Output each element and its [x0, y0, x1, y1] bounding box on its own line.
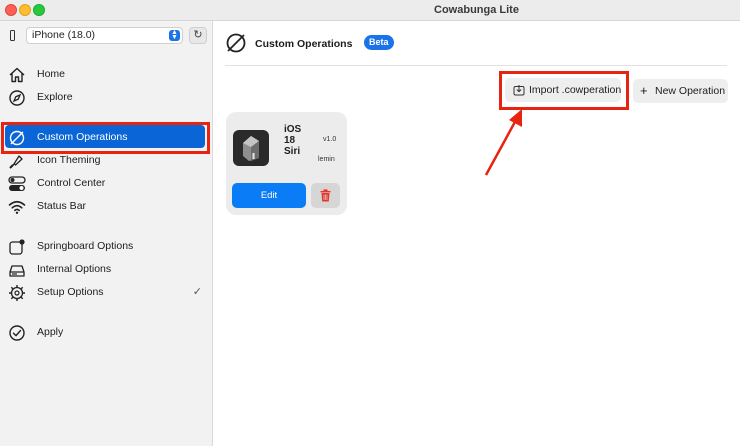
title-bar: Cowabunga Lite [0, 0, 740, 21]
sidebar-item-home[interactable]: Home [0, 64, 212, 86]
sidebar-item-setup-options[interactable]: Setup Options ✓ [0, 282, 212, 304]
sidebar-item-label: Springboard Options [37, 240, 134, 252]
chevron-up-down-icon: ▲ ▼ [169, 29, 180, 41]
sidebar-item-label: Control Center [37, 177, 106, 189]
sidebar-item-status-bar[interactable]: Status Bar [0, 196, 212, 218]
operation-author: lemin [318, 156, 335, 163]
minimize-window-button[interactable] [19, 4, 31, 16]
sidebar-item-label: Setup Options [37, 286, 104, 298]
sidebar-item-label: Explore [37, 91, 73, 103]
sidebar-item-label: Icon Theming [37, 154, 101, 166]
trash-icon [320, 189, 331, 202]
toggles-icon [8, 176, 26, 191]
close-window-button[interactable] [5, 4, 17, 16]
window-title: Cowabunga Lite [434, 4, 519, 16]
device-select[interactable]: iPhone (18.0) ▲ ▼ [26, 27, 183, 44]
sidebar-item-custom-operations[interactable]: Custom Operations [0, 125, 212, 149]
zoom-window-button[interactable] [33, 4, 45, 16]
custom-operations-icon [9, 130, 25, 146]
wifi-icon [8, 200, 26, 214]
operation-name: iOS 18 Siri [284, 124, 302, 157]
iphone-icon [10, 30, 15, 41]
device-select-value: iPhone (18.0) [32, 29, 96, 41]
siri-shape-icon [243, 136, 259, 161]
refresh-icon: ↻ [193, 29, 203, 41]
paintbrush-icon [9, 155, 23, 169]
operation-version: v1.0 [323, 136, 337, 143]
refresh-button[interactable]: ↻ [189, 27, 207, 44]
sidebar-item-label: Status Bar [37, 200, 87, 212]
sidebar-item-label: Custom Operations [37, 131, 128, 143]
sidebar-item-label: Internal Options [37, 263, 112, 275]
sidebar-item-control-center[interactable]: Control Center [0, 173, 212, 195]
checkmark-icon: ✓ [192, 286, 202, 298]
sidebar-item-explore[interactable]: Explore [0, 87, 212, 109]
sidebar-item-icon-theming[interactable]: Icon Theming [0, 150, 212, 172]
compass-icon [9, 90, 25, 106]
sidebar-item-internal-options[interactable]: Internal Options [0, 259, 212, 281]
sidebar-item-springboard-options[interactable]: Springboard Options [0, 236, 212, 258]
drive-icon [9, 265, 25, 277]
gear-icon [9, 285, 25, 301]
edit-button[interactable]: Edit [232, 183, 306, 208]
main-content: Custom Operations Beta Import .cowperati… [213, 21, 740, 446]
sidebar-item-label: Apply [37, 326, 64, 338]
checkmark-circle-icon [9, 325, 25, 341]
sidebar-item-label: Home [37, 68, 66, 80]
operation-card: iOS 18 Siri v1.0 lemin Edit [226, 112, 347, 215]
sidebar-item-apply[interactable]: Apply [0, 322, 212, 344]
app-badge-icon [9, 239, 25, 255]
operation-thumbnail [233, 130, 269, 166]
annotation-arrow [484, 109, 522, 176]
sidebar: iPhone (18.0) ▲ ▼ ↻ Home Explore Custom O… [0, 21, 213, 446]
house-icon [9, 67, 25, 83]
delete-button[interactable] [311, 183, 340, 208]
